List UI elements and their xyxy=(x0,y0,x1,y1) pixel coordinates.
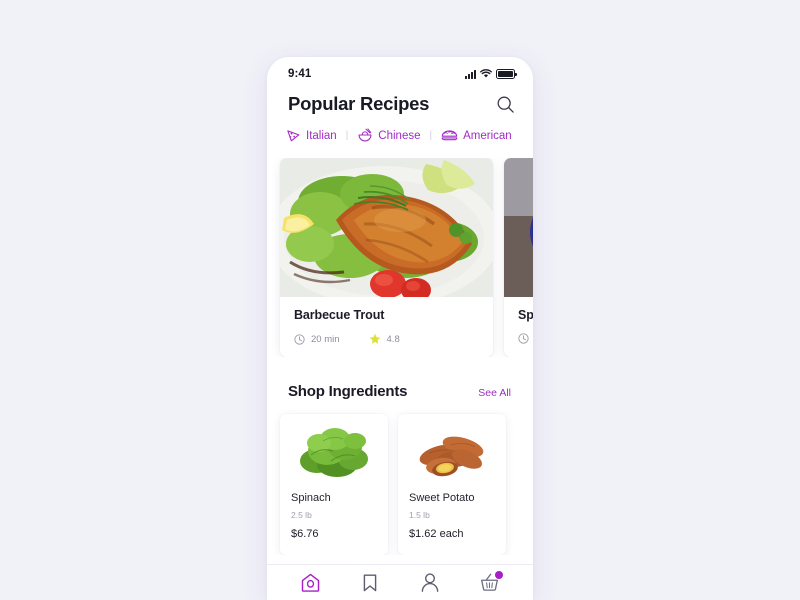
category-tab-american[interactable]: American xyxy=(441,129,512,143)
product-title: Sweet Potato xyxy=(409,492,475,504)
product-card[interactable]: Spinach 2.5 lb $6.76 xyxy=(280,414,388,555)
category-separator: | xyxy=(429,130,433,141)
search-icon[interactable] xyxy=(496,95,515,114)
category-tab-chinese[interactable]: Chinese xyxy=(357,128,421,143)
status-bar: 9:41 xyxy=(267,57,533,87)
recipe-title: Barbecue Trout xyxy=(294,308,385,322)
recipe-rating: 4.8 xyxy=(386,333,400,345)
category-label: Italian xyxy=(306,129,337,142)
section-title: Shop Ingredients xyxy=(288,383,408,400)
wifi-icon xyxy=(480,69,492,79)
recipe-stats: 20 min 4.8 xyxy=(294,333,479,345)
nav-item-cart[interactable] xyxy=(472,568,506,598)
status-bar-clock: 9:41 xyxy=(288,68,312,80)
category-label: Chinese xyxy=(378,129,421,142)
burger-icon xyxy=(441,129,458,143)
recipe-card[interactable]: Barbecue Trout 20 min 4.8 xyxy=(280,158,493,357)
nav-item-saved[interactable] xyxy=(353,568,387,598)
star-icon xyxy=(369,333,381,345)
clock-icon xyxy=(518,333,529,344)
product-weight: 1.5 lb xyxy=(409,510,430,520)
product-title: Spinach xyxy=(291,492,331,504)
bookmark-icon xyxy=(361,573,379,593)
recipe-time: 20 min xyxy=(311,333,340,345)
category-label: American xyxy=(463,129,512,142)
noodle-bowl-icon xyxy=(357,128,373,143)
product-price: $1.62 each xyxy=(409,528,464,540)
battery-icon xyxy=(496,69,517,79)
user-icon xyxy=(420,572,440,593)
see-all-link[interactable]: See All xyxy=(478,387,511,399)
product-list[interactable]: Spinach 2.5 lb $6.76 Sweet Potato 1.5 lb… xyxy=(267,400,533,555)
product-card[interactable]: Sweet Potato 1.5 lb $1.62 each xyxy=(398,414,506,555)
nav-item-profile[interactable] xyxy=(413,568,447,598)
product-price: $6.76 xyxy=(291,528,319,540)
page-title: Popular Recipes xyxy=(288,93,430,114)
product-photo-spinach xyxy=(291,424,377,480)
category-separator: | xyxy=(345,130,349,141)
recipe-info: Barbecue Trout 20 min 4.8 xyxy=(280,297,493,357)
shop-ingredients-header: Shop Ingredients See All xyxy=(267,357,533,400)
recipe-card[interactable]: Sp xyxy=(504,158,533,357)
category-tab-italian[interactable]: Italian xyxy=(286,128,337,143)
cart-badge xyxy=(495,570,504,579)
signal-icon xyxy=(465,69,476,79)
category-tabs: Italian | Chinese | American xyxy=(267,115,533,143)
nav-item-home[interactable] xyxy=(294,568,328,598)
home-icon xyxy=(300,572,321,593)
recipe-info: Sp xyxy=(504,297,533,356)
status-bar-icons xyxy=(465,69,517,79)
recipe-photo-second xyxy=(504,158,533,297)
product-photo-sweet-potato xyxy=(409,424,495,480)
product-weight: 2.5 lb xyxy=(291,510,312,520)
recipe-title: Sp xyxy=(518,308,533,322)
header: Popular Recipes xyxy=(267,87,533,115)
bottom-navigation xyxy=(267,564,533,600)
recipe-photo-barbecue-trout xyxy=(280,158,493,297)
recipe-stats xyxy=(518,333,533,344)
pizza-slice-icon xyxy=(286,128,301,143)
recipe-carousel[interactable]: Barbecue Trout 20 min 4.8 Sp xyxy=(267,158,533,357)
phone-frame: 9:41 Popular Recipes Italian | Chinese |… xyxy=(267,57,533,600)
clock-icon xyxy=(294,333,305,345)
